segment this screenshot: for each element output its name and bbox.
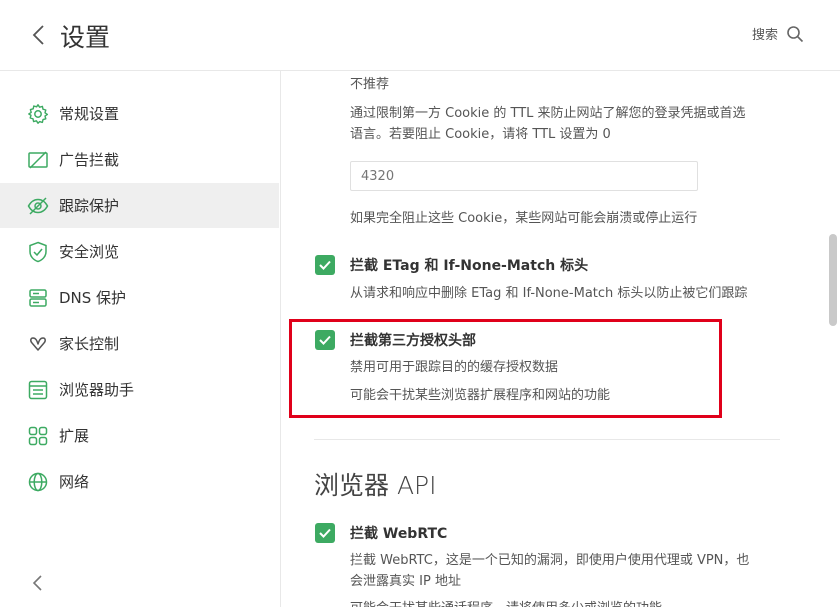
sidebar-item-label: 广告拦截 — [59, 151, 120, 169]
sidebar-item-label: 安全浏览 — [59, 243, 120, 261]
back-icon[interactable] — [28, 22, 50, 48]
browser-assistant-icon — [27, 379, 49, 401]
webrtc-description-line2: 会泄露真实 IP 地址 — [350, 574, 461, 589]
parental-control-icon — [27, 333, 49, 355]
cookie-ttl-input[interactable] — [350, 161, 698, 191]
sidebar-item-label: 浏览器助手 — [59, 381, 135, 399]
cookie-ttl-warning: 不推荐 — [350, 77, 390, 92]
browser-api-section-title: 浏览器 API — [314, 471, 437, 500]
sidebar-item-dns-protection[interactable]: DNS 保护 — [0, 275, 279, 320]
collapse-sidebar-icon[interactable] — [30, 572, 46, 594]
cookie-ttl-description-line1: 通过限制第一方 Cookie 的 TTL 来防止网站了解您的登录凭据或首选 — [350, 106, 746, 121]
shield-icon — [27, 241, 49, 263]
sidebar-item-network[interactable]: 网络 — [0, 459, 279, 504]
search-icon — [787, 25, 804, 42]
ad-block-icon — [27, 149, 49, 171]
sidebar-item-label: 跟踪保护 — [59, 197, 120, 215]
sidebar-item-tracking-protection[interactable]: 跟踪保护 — [0, 183, 279, 228]
sidebar-item-safe-browsing[interactable]: 安全浏览 — [0, 229, 279, 274]
webrtc-description-line1: 拦截 WebRTC，这是一个已知的漏洞，即使用户使用代理或 VPN，也 — [350, 553, 750, 568]
page-title: 设置 — [60, 23, 111, 52]
dns-server-icon — [27, 287, 49, 309]
section-divider — [314, 439, 780, 440]
scrollbar-thumb[interactable] — [829, 234, 837, 326]
highlight-box — [289, 319, 722, 418]
sidebar-item-label: 网络 — [59, 473, 90, 491]
sidebar-item-browser-assistant[interactable]: 浏览器助手 — [0, 367, 279, 412]
extensions-grid-icon — [27, 425, 49, 447]
checkmark-icon — [319, 528, 331, 538]
checkmark-icon — [319, 260, 331, 270]
etag-option-title: 拦截 ETag 和 If-None-Match 标头 — [350, 258, 589, 274]
globe-icon — [27, 471, 49, 493]
header-bar: 设置 搜索 — [0, 0, 840, 71]
webrtc-option-title: 拦截 WebRTC — [350, 526, 448, 542]
search-label: 搜索 — [751, 28, 778, 43]
etag-checkbox[interactable] — [315, 255, 335, 275]
sidebar-item-label: DNS 保护 — [59, 289, 127, 307]
webrtc-warning: 可能会干扰某些通话程序，请将使用多少或浏览的功能 — [350, 598, 662, 607]
etag-option-description: 从请求和响应中删除 ETag 和 If-None-Match 标头以防止被它们跟… — [350, 286, 748, 301]
search-button[interactable]: 搜索 — [752, 24, 804, 43]
eye-slash-icon — [27, 195, 49, 217]
sidebar-item-parental-control[interactable]: 家长控制 — [0, 321, 279, 366]
gear-icon — [27, 103, 49, 125]
sidebar: 常规设置 广告拦截 跟踪保护 安全浏览 DNS 保护 家长控制 浏览器助手 扩展… — [0, 71, 281, 607]
webrtc-checkbox[interactable] — [315, 523, 335, 543]
sidebar-item-label: 家长控制 — [59, 335, 120, 353]
cookie-ttl-description-line2: 语言。若要阻止 Cookie，请将 TTL 设置为 0 — [350, 127, 611, 142]
scrollbar[interactable] — [826, 71, 840, 607]
sidebar-item-ad-block[interactable]: 广告拦截 — [0, 137, 279, 182]
sidebar-item-label: 常规设置 — [59, 105, 120, 123]
sidebar-item-general[interactable]: 常规设置 — [0, 91, 279, 136]
sidebar-item-label: 扩展 — [59, 427, 90, 445]
sidebar-item-extensions[interactable]: 扩展 — [0, 413, 279, 458]
cookie-ttl-note: 如果完全阻止这些 Cookie，某些网站可能会崩溃或停止运行 — [350, 211, 698, 226]
